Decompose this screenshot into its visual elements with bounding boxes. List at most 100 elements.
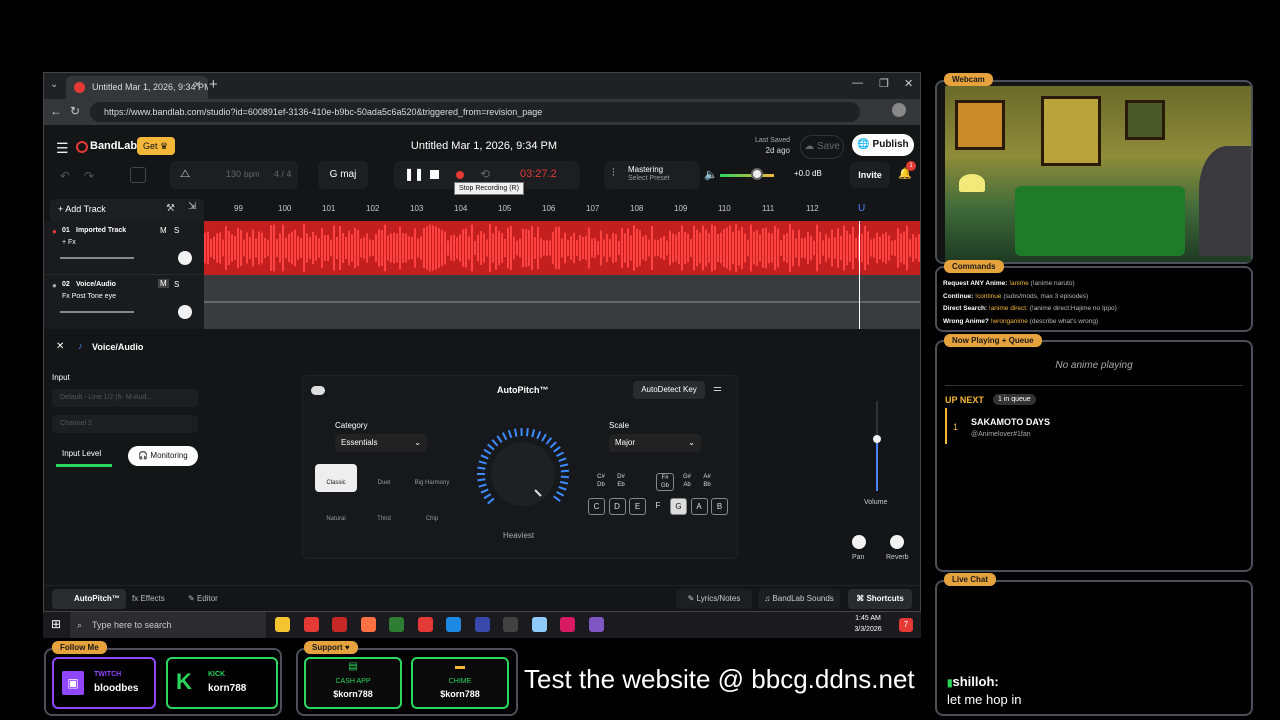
close-panel-icon[interactable]: ✕ (56, 341, 64, 352)
taskbar-date[interactable]: 3/3/2026 (853, 626, 883, 633)
get-button[interactable]: Get ♛ (137, 137, 175, 155)
sharp-key[interactable]: A# Bb (698, 473, 716, 489)
mixer-icon[interactable] (130, 167, 146, 183)
fit-icon[interactable]: ⇲ (188, 201, 196, 212)
taskbar-app-icon[interactable] (275, 617, 290, 632)
taskbar-app-icon[interactable] (332, 617, 347, 632)
invite-button[interactable]: Invite (850, 162, 890, 188)
tab-list-icon[interactable]: ⌄ (50, 79, 58, 90)
note-key-g[interactable]: G (670, 498, 687, 515)
time-signature[interactable]: 4 / 4 (274, 169, 292, 179)
category-select[interactable]: Essentials ⌄ (335, 434, 427, 452)
track-fx[interactable]: Fx Post Tone eye (62, 293, 116, 300)
pan-knob[interactable] (852, 535, 866, 549)
sharp-key[interactable]: G# Ab (678, 473, 696, 489)
tab-autopitch[interactable]: AutoPitch™ (52, 589, 126, 609)
note-key-b[interactable]: B (711, 498, 728, 515)
taskbar-app-icon[interactable] (303, 617, 319, 632)
autopitch-toggle[interactable] (311, 386, 325, 395)
bandlab-sounds-button[interactable]: ♫ BandLab Sounds (758, 589, 840, 609)
track-lane-2[interactable] (204, 275, 920, 329)
taskbar-app-icon[interactable] (588, 617, 604, 632)
bpm-value[interactable]: 130 (226, 169, 241, 179)
volume-fader-handle[interactable] (873, 435, 881, 443)
track-header-1[interactable]: ● 01 Imported Track + Fx M S (44, 221, 204, 275)
stop-icon[interactable] (430, 170, 439, 179)
sharp-key[interactable]: F# Gb (656, 473, 674, 491)
settings-sliders-icon[interactable]: ⚌ (713, 383, 722, 394)
kick-card[interactable]: K KICK korn788 (166, 657, 278, 709)
track-lane-1[interactable] (204, 221, 920, 275)
maximize-icon[interactable]: ❐ (879, 77, 889, 90)
url-field[interactable]: https://www.bandlab.com/studio?id=600891… (90, 102, 860, 122)
preset-big-harmony[interactable]: Big Harmony (411, 464, 453, 492)
playhead[interactable] (859, 221, 860, 329)
track-fx[interactable]: + Fx (62, 239, 76, 246)
track-name[interactable]: Imported Track (76, 227, 126, 234)
taskbar-app-icon[interactable] (560, 617, 575, 632)
windows-start-icon[interactable]: ⊞ (51, 617, 61, 631)
track-header-2[interactable]: ● 02 Voice/Audio Fx Post Tone eye M S (44, 275, 204, 329)
taskbar-app-icon[interactable] (474, 617, 490, 632)
add-track-button[interactable]: + Add Track (58, 204, 106, 214)
master-volume-handle[interactable] (751, 168, 763, 180)
taskbar-app-icon[interactable] (389, 617, 404, 632)
master-volume-slider[interactable] (720, 174, 774, 177)
preset-duet[interactable]: Duet (363, 464, 405, 492)
track-volume-slider[interactable] (60, 257, 134, 259)
undo-icon[interactable]: ↶ (60, 169, 70, 183)
autodetect-key-button[interactable]: AutoDetect Key (633, 381, 705, 399)
bandlab-logo[interactable]: BandLab (90, 140, 137, 152)
taskbar-app-icon[interactable] (531, 617, 547, 632)
preset-classic[interactable]: Classic (315, 464, 357, 492)
magnet-icon[interactable]: U (858, 203, 865, 214)
mastering-button[interactable]: ⫶ Mastering Select Preset (604, 161, 700, 189)
key-selector[interactable]: G maj (318, 161, 368, 189)
chime-card[interactable]: ▬ CHIME $korn788 (411, 657, 509, 709)
timeline-ruler[interactable]: 99 100 101 102 103 104 105 106 107 108 109 110 111 11… (204, 199, 920, 221)
track-name[interactable]: Voice/Audio (76, 281, 116, 288)
monitoring-button[interactable]: 🎧 Monitoring (128, 446, 198, 466)
note-key-e[interactable]: E (629, 498, 646, 515)
note-key-a[interactable]: A (690, 498, 708, 515)
profile-avatar[interactable] (892, 103, 906, 117)
pitch-dial[interactable] (477, 426, 577, 526)
track-pan-knob[interactable] (178, 251, 192, 265)
back-icon[interactable]: ← (50, 104, 62, 118)
taskbar-app-icon[interactable] (360, 617, 376, 632)
notification-center-icon[interactable]: 7 (899, 618, 913, 632)
redo-icon[interactable]: ↷ (84, 169, 94, 183)
preset-chip[interactable]: Chip (411, 500, 453, 528)
close-window-icon[interactable]: ✕ (904, 77, 913, 90)
sharp-key[interactable]: C# Db (592, 473, 610, 489)
solo-button[interactable]: S (174, 280, 179, 289)
mute-button[interactable]: M (160, 226, 167, 235)
new-tab-icon[interactable]: + (209, 76, 218, 93)
save-button[interactable]: ☁ Save (800, 135, 844, 159)
input-device-select[interactable]: Default - Line 1/2 (6- M-Aud... (52, 389, 198, 407)
scale-select[interactable]: Major ⌄ (609, 434, 701, 452)
reload-icon[interactable]: ↻ (70, 104, 80, 118)
twitch-card[interactable]: ▣ TWITCH bloodbes (52, 657, 156, 709)
note-key-c[interactable]: C (588, 498, 605, 515)
speaker-icon[interactable]: 🔈 (704, 168, 718, 181)
browser-tab[interactable]: Untitled Mar 1, 2026, 9:34 PM (66, 76, 208, 99)
wand-icon[interactable]: ⚒ (166, 203, 175, 214)
pause-icon[interactable]: ❚❚ (404, 167, 424, 181)
minimize-icon[interactable]: — (852, 77, 863, 89)
publish-button[interactable]: 🌐 Publish (852, 134, 914, 156)
project-title[interactable]: Untitled Mar 1, 2026, 9:34 PM (354, 140, 614, 152)
reverb-knob[interactable] (890, 535, 904, 549)
tab-editor[interactable]: ✎ Editor (188, 594, 218, 603)
track-pan-knob[interactable] (178, 305, 192, 319)
taskbar-app-icon[interactable] (503, 617, 518, 632)
note-key-d[interactable]: D (608, 498, 626, 515)
sharp-key[interactable]: D# Eb (612, 473, 630, 489)
mute-button[interactable]: M (158, 279, 169, 288)
taskbar-time[interactable]: 1:45 AM (853, 615, 883, 622)
close-tab-icon[interactable]: ✕ (193, 80, 201, 91)
preset-natural[interactable]: Natural (315, 500, 357, 528)
tab-effects[interactable]: fx Effects (132, 594, 165, 603)
menu-icon[interactable]: ☰ (56, 140, 69, 157)
solo-button[interactable]: S (174, 226, 179, 235)
